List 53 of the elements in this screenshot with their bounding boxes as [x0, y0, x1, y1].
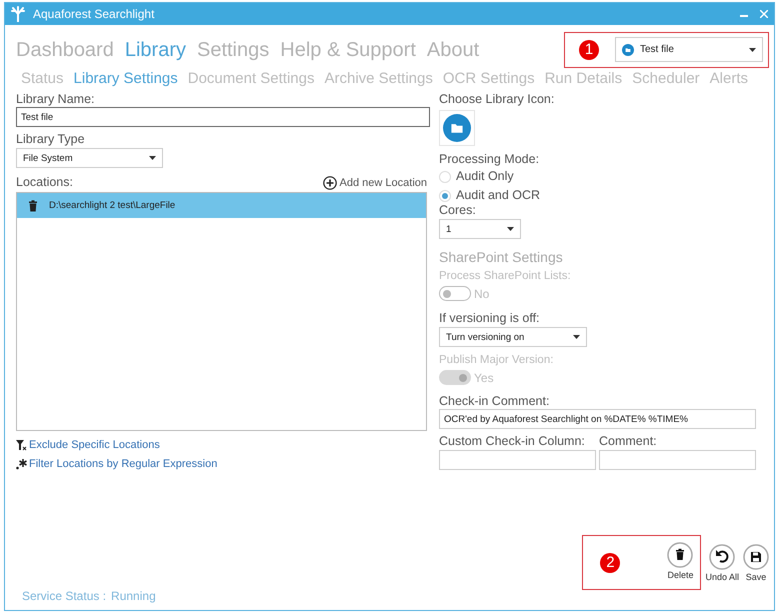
status-value: Running [111, 589, 156, 603]
sub-tab[interactable]: Library Settings [74, 70, 178, 88]
dropdown[interactable]: 1 [439, 219, 521, 239]
caret-icon [749, 48, 756, 52]
logo-icon [11, 6, 25, 22]
nav-tab[interactable]: Library [124, 38, 186, 62]
number-badge: 2 [600, 552, 620, 572]
save-icon [743, 544, 769, 570]
number-badge: 1 [579, 40, 599, 60]
library-dropdown[interactable]: Test file [615, 37, 763, 62]
input-field[interactable] [439, 450, 596, 470]
caret-icon [573, 335, 580, 339]
status-label: Service Status : [22, 589, 106, 603]
dropdown[interactable]: Turn versioning on [439, 327, 587, 347]
delete-button[interactable]: Delete [667, 542, 694, 580]
undo-icon [709, 544, 736, 570]
icon-picker-button[interactable] [439, 110, 475, 146]
window-title: Aquaforest Searchlight [33, 7, 156, 21]
location-row[interactable]: D:\searchlight 2 test\LargeFile [17, 193, 426, 218]
add-location-button[interactable]: Add new Location [322, 176, 427, 190]
undo-button[interactable]: Undo All [705, 544, 739, 582]
dropdown[interactable]: File System [16, 148, 163, 168]
radio-option[interactable]: Audit and OCR [439, 186, 540, 205]
plus-icon [322, 176, 337, 190]
trash-icon[interactable] [28, 200, 38, 212]
field-label: Cores: [439, 203, 476, 218]
filter-icon [16, 439, 27, 451]
caret-icon [149, 156, 156, 160]
input-field[interactable]: Test file [16, 107, 430, 127]
field-label: Custom Check-in Column: [439, 434, 585, 449]
field-label: Processing Mode: [439, 152, 540, 167]
folder-icon [622, 44, 634, 56]
field-label: Locations: [16, 175, 73, 190]
link[interactable]: Filter Locations by Regular Expression [29, 456, 218, 472]
save-button[interactable]: Save [743, 544, 769, 582]
link[interactable]: Exclude Specific Locations [29, 437, 160, 453]
input-field[interactable] [599, 450, 756, 470]
trash-icon [667, 542, 694, 568]
field-label: Library Name: [16, 92, 94, 107]
folder-icon [443, 114, 471, 142]
field-label: Publish Major Version: [439, 353, 554, 368]
field-label: If versioning is off: [439, 311, 540, 326]
radio-option[interactable]: Audit Only [439, 167, 514, 186]
field-label: Check-in Comment: [439, 394, 550, 409]
field-label: Process SharePoint Lists: [439, 269, 571, 284]
field-label: Comment: [599, 434, 657, 449]
section-title: SharePoint Settings [439, 248, 563, 266]
asterisk-icon [16, 458, 27, 470]
field-label: Library Type [16, 132, 85, 147]
close-icon[interactable] [760, 10, 768, 18]
input-field[interactable]: OCR'ed by Aquaforest Searchlight on %DATE% %TIME% [439, 409, 756, 429]
field-label: Choose Library Icon: [439, 92, 554, 107]
caret-icon [507, 227, 514, 231]
